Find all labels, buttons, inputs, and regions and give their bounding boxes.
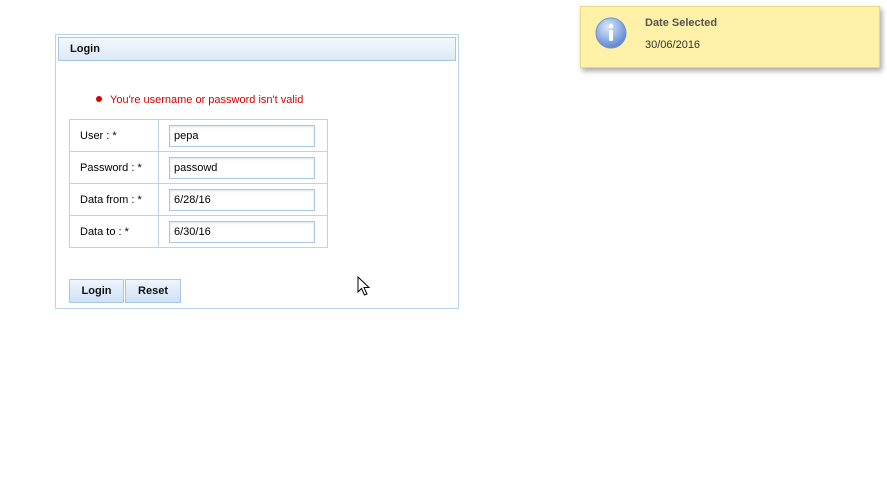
button-bar: Login Reset [69, 279, 182, 303]
login-panel-header: Login [58, 37, 456, 61]
user-label: User : * [69, 119, 159, 152]
password-label: Password : * [69, 151, 159, 184]
password-input[interactable] [169, 156, 315, 179]
notification-text: 30/06/2016 [645, 39, 701, 51]
date-to-input[interactable] [169, 220, 315, 243]
date-from-input[interactable] [169, 188, 315, 211]
form-row-password: Password : * [69, 151, 328, 184]
info-icon [595, 17, 627, 49]
date-to-label: Data to : * [69, 215, 159, 248]
login-panel: Login You're username or password isn't … [55, 34, 459, 309]
form-row-date-to: Data to : * [69, 215, 328, 248]
form-row-date-from: Data from : * [69, 183, 328, 216]
login-form-table: User : * Password : * Data from : * Data… [69, 119, 328, 248]
date-from-label: Data from : * [69, 183, 159, 216]
reset-button[interactable]: Reset [125, 279, 181, 303]
form-row-user: User : * [69, 119, 328, 152]
notification-title: Date Selected [645, 17, 718, 29]
error-message: You're username or password isn't valid [96, 93, 303, 107]
error-bullet-icon [96, 96, 102, 102]
date-selected-notification: Date Selected 30/06/2016 [580, 6, 880, 68]
login-button[interactable]: Login [69, 279, 124, 303]
username-input[interactable] [169, 124, 315, 147]
error-text: You're username or password isn't valid [110, 94, 304, 106]
mouse-pointer-icon [357, 276, 371, 296]
